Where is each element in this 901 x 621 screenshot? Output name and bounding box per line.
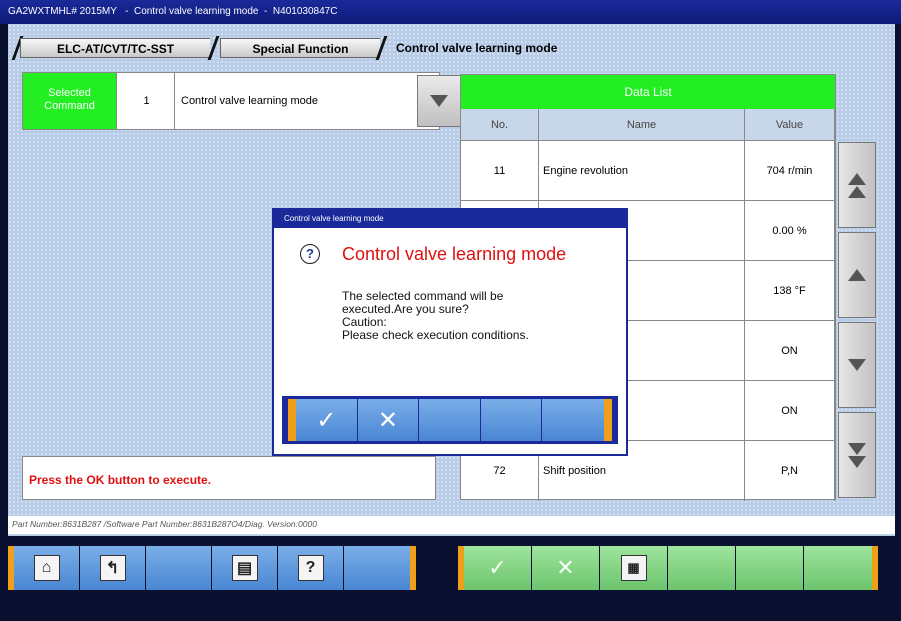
data-list-header: No. Name Value [461,109,835,141]
bottom-frame [0,598,901,621]
dialog-empty-button[interactable] [480,399,543,441]
table-row[interactable]: 11 Engine revolution 704 r/min [461,141,835,201]
window-title: GA2WXTMHL# 2015MY - Control valve learni… [0,0,901,24]
row-value: 0.00 % [745,201,835,260]
selected-command-box: Selected Command 1 Control valve learnin… [22,72,461,130]
back-button[interactable]: ↰ [80,546,146,590]
button-bar-edge [288,399,296,441]
ok-button[interactable]: ✓ [464,546,532,590]
empty-button[interactable] [804,546,872,590]
chevron-down-icon [430,95,448,107]
command-number: 1 [119,73,175,129]
home-icon: ⌂ [33,555,60,581]
instruction-message: Press the OK button to execute. [22,456,436,500]
double-arrow-down-icon [848,442,866,455]
double-arrow-up-icon [848,172,866,185]
scroll-down-button[interactable] [838,322,876,408]
row-no: 11 [461,141,539,200]
print-button[interactable]: ▤ [212,546,278,590]
dialog-cancel-button[interactable]: ✕ [357,399,420,441]
check-icon: ✓ [316,406,337,434]
data-list-title: Data List [461,75,835,109]
row-value: 704 r/min [745,141,835,200]
row-value: P,N [745,441,835,501]
home-button[interactable]: ⌂ [14,546,80,590]
column-header-no: No. [461,109,539,140]
cross-icon: ✕ [377,406,398,434]
dialog-message: The selected command will be executed.Ar… [342,290,612,342]
check-icon: ✓ [488,555,507,580]
dialog-message-line: Please check execution conditions. [342,328,529,342]
cross-icon: ✕ [556,555,575,580]
part-number-info: Part Number:8631B287 /Software Part Numb… [8,516,895,534]
breadcrumb-elc-at[interactable]: ELC-AT/CVT/TC-SST [20,38,210,58]
bottom-toolbar: ⌂ ↰ ▤ ? ✓ ✕ ▦ [0,538,901,598]
empty-button[interactable] [736,546,804,590]
breadcrumb-special-function[interactable]: Special Function [220,38,380,58]
breadcrumb: ELC-AT/CVT/TC-SST Special Function Contr… [8,34,888,60]
row-value: 138 °F [745,261,835,320]
double-arrow-down-icon [848,455,866,468]
empty-button[interactable] [668,546,736,590]
command-name: Control valve learning mode [181,95,318,107]
dialog-title: Control valve learning mode [274,210,626,228]
scroll-up-button[interactable] [838,232,876,318]
row-value: ON [745,321,835,380]
help-icon: ? [297,555,324,581]
breadcrumb-current: Control valve learning mode [396,41,558,55]
cancel-button[interactable]: ✕ [532,546,600,590]
dialog-empty-button[interactable] [542,399,605,441]
row-value: ON [745,381,835,440]
button-bar-edge [604,399,613,441]
question-icon: ? [300,244,320,264]
back-icon: ↰ [99,555,126,581]
action-button-group: ✓ ✕ ▦ [458,546,878,590]
data-list-scrollbar [838,142,876,500]
dialog-heading: Control valve learning mode [342,244,567,264]
column-header-name: Name [539,109,745,140]
print-icon: ▤ [231,555,258,581]
dialog-ok-button[interactable]: ✓ [295,399,358,441]
dialog-empty-button[interactable] [419,399,481,441]
confirm-dialog: Control valve learning mode ? Control va… [272,208,628,456]
navigation-button-group: ⌂ ↰ ▤ ? [8,546,416,590]
help-button[interactable]: ? [278,546,344,590]
data-list-icon: ▦ [620,555,647,581]
empty-button[interactable] [146,546,212,590]
page-down-button[interactable] [838,412,876,498]
dialog-button-bar: ✓ ✕ [282,396,618,444]
arrow-up-icon [848,269,866,281]
page-up-button[interactable] [838,142,876,228]
arrow-down-icon [848,359,866,371]
empty-button[interactable] [344,546,410,590]
double-arrow-up-icon [848,185,866,198]
command-dropdown-button[interactable] [417,75,461,127]
column-header-value: Value [745,109,835,140]
row-name: Engine revolution [539,141,745,200]
data-list-button[interactable]: ▦ [600,546,668,590]
selected-command-label: Selected Command [23,73,117,129]
